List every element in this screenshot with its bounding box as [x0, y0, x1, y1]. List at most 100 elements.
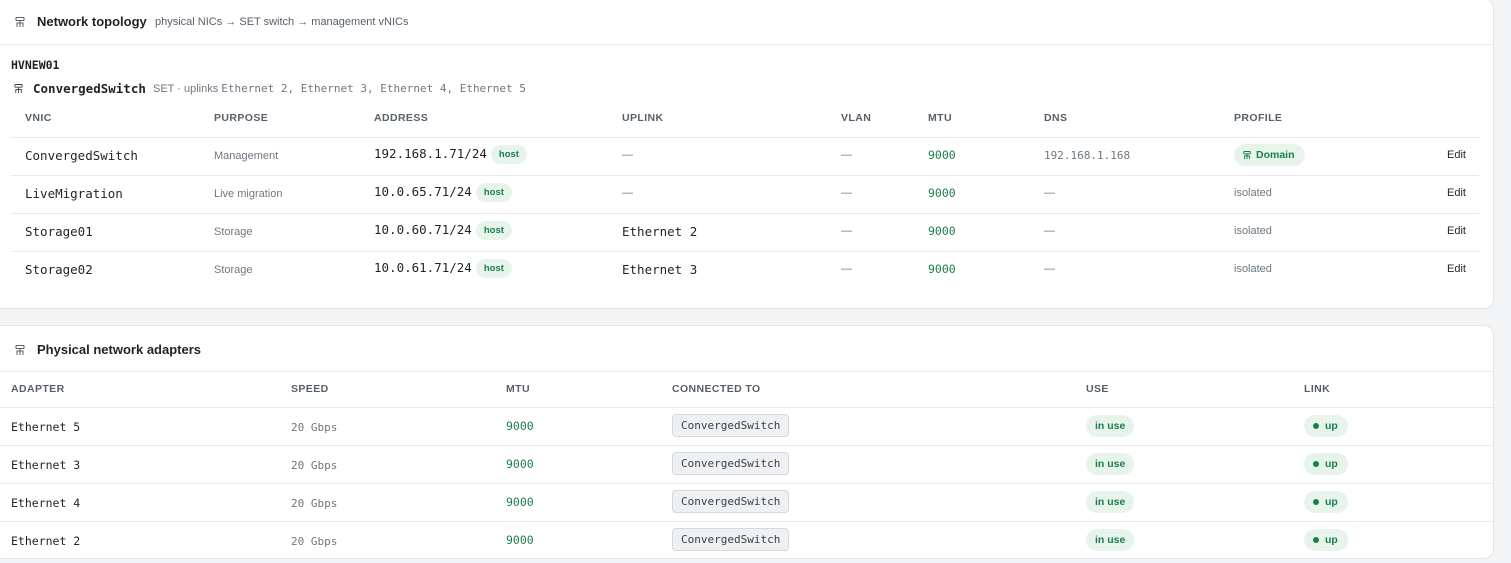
profile-badge: Domain	[1234, 144, 1305, 166]
row-divider	[0, 445, 1494, 446]
link-status: up	[1304, 415, 1348, 437]
column-header-use: USE	[1086, 383, 1109, 395]
vnic-profile: isolated	[1234, 187, 1272, 199]
address-value: 10.0.61.71/24	[374, 260, 472, 275]
column-header-mtu: MTU	[928, 112, 952, 124]
vnic-address: 192.168.1.71/24 host	[374, 145, 527, 164]
domain-profile-pill: Domain	[1234, 144, 1305, 166]
vnic-uplink: Ethernet 2	[622, 224, 698, 239]
column-header-profile: PROFILE	[1234, 112, 1283, 124]
edit-button[interactable]: Edit	[1447, 225, 1466, 237]
vnic-purpose: Live migration	[214, 188, 283, 200]
adapter-name: Ethernet 4	[11, 496, 81, 510]
vnic-profile: isolated	[1234, 263, 1272, 275]
link-label: up	[1325, 458, 1338, 470]
vnic-purpose: Management	[214, 150, 279, 162]
host-name: HVNEW01	[11, 58, 60, 72]
host-badge: host	[475, 259, 512, 278]
column-header-dns: DNS	[1044, 112, 1068, 124]
switch-name: ConvergedSwitch	[33, 81, 146, 96]
column-header-adapter: ADAPTER	[11, 383, 65, 395]
link-up-badge: up	[1304, 453, 1348, 475]
vnic-uplink: —	[622, 187, 633, 199]
vnic-name: Storage01	[25, 224, 93, 239]
vnic-mtu: 9000	[928, 224, 956, 238]
switch-chip: ConvergedSwitch	[672, 490, 790, 513]
network-icon	[15, 17, 25, 27]
section-title: Physical network adapters	[37, 342, 202, 357]
vnic-dns: —	[1044, 187, 1055, 199]
vnic-address: 10.0.60.71/24 host	[374, 221, 512, 240]
adapter-name: Ethernet 2	[11, 534, 81, 548]
adapter-mtu: 9000	[506, 495, 534, 509]
network-topology-card: Network topology physical NICs → SET swi…	[0, 0, 1494, 309]
adapter-speed: 20 Gbps	[291, 421, 338, 434]
vnic-mtu: 9000	[928, 148, 956, 162]
vnic-profile: isolated	[1234, 225, 1272, 237]
row-divider	[11, 251, 1479, 252]
adapter-mtu: 9000	[506, 533, 534, 547]
network-icon	[1243, 150, 1251, 159]
address-value: 10.0.60.71/24	[374, 222, 472, 237]
status-dot-icon	[1313, 537, 1319, 543]
edit-button[interactable]: Edit	[1447, 187, 1466, 199]
column-header-connected: CONNECTED TO	[672, 383, 761, 395]
link-up-badge: up	[1304, 491, 1348, 513]
switch-chip: ConvergedSwitch	[672, 528, 790, 551]
vnic-dns: 192.168.1.168	[1044, 149, 1131, 162]
column-header-mtu: MTU	[506, 383, 530, 395]
host-badge: host	[475, 183, 512, 202]
connected-switch: ConvergedSwitch	[672, 490, 790, 513]
row-divider	[11, 137, 1479, 138]
status-dot-icon	[1313, 499, 1319, 505]
card-header: Network topology physical NICs → SET swi…	[0, 0, 1493, 45]
in-use-badge: in use	[1086, 415, 1135, 437]
use-status: in use	[1086, 529, 1135, 551]
column-header-uplink: UPLINK	[622, 112, 664, 124]
column-header-purpose: PURPOSE	[214, 112, 269, 124]
link-label: up	[1325, 420, 1338, 432]
edit-button[interactable]: Edit	[1447, 263, 1466, 275]
vnic-vlan: —	[841, 149, 852, 161]
adapter-mtu: 9000	[506, 457, 534, 471]
adapter-speed: 20 Gbps	[291, 535, 338, 548]
adapter-speed: 20 Gbps	[291, 459, 338, 472]
vnic-mtu: 9000	[928, 186, 956, 200]
edit-button[interactable]: Edit	[1447, 149, 1466, 161]
status-dot-icon	[1313, 423, 1319, 429]
link-up-badge: up	[1304, 415, 1348, 437]
host-badge: host	[475, 221, 512, 240]
column-header-speed: SPEED	[291, 383, 329, 395]
link-up-badge: up	[1304, 529, 1348, 551]
switch-type-label: SET · uplinks	[153, 83, 219, 95]
in-use-badge: in use	[1086, 529, 1135, 551]
section-subtitle: physical NICs → SET switch → management …	[155, 16, 409, 28]
link-status: up	[1304, 529, 1348, 551]
row-divider	[11, 213, 1479, 214]
address-value: 192.168.1.71/24	[374, 146, 487, 161]
adapter-name: Ethernet 3	[11, 458, 81, 472]
row-divider	[0, 407, 1494, 408]
vnic-name: LiveMigration	[25, 186, 123, 201]
profile-label: Domain	[1256, 149, 1295, 161]
switch-chip: ConvergedSwitch	[672, 414, 790, 437]
adapter-mtu: 9000	[506, 419, 534, 433]
in-use-badge: in use	[1086, 491, 1135, 513]
link-label: up	[1325, 534, 1338, 546]
link-status: up	[1304, 491, 1348, 513]
vnic-dns: —	[1044, 263, 1055, 275]
status-dot-icon	[1313, 461, 1319, 467]
row-divider	[0, 483, 1494, 484]
vnic-name: ConvergedSwitch	[25, 148, 138, 163]
adapter-name: Ethernet 5	[11, 420, 81, 434]
use-status: in use	[1086, 491, 1135, 513]
switch-chip: ConvergedSwitch	[672, 452, 790, 475]
vnic-vlan: —	[841, 225, 852, 237]
vnic-address: 10.0.65.71/24 host	[374, 183, 512, 202]
section-title: Network topology	[37, 14, 147, 29]
row-divider	[0, 521, 1494, 522]
vnic-name: Storage02	[25, 262, 93, 277]
in-use-badge: in use	[1086, 453, 1135, 475]
link-label: up	[1325, 496, 1338, 508]
switch-info: SET · uplinks Ethernet 2, Ethernet 3, Et…	[153, 82, 526, 95]
